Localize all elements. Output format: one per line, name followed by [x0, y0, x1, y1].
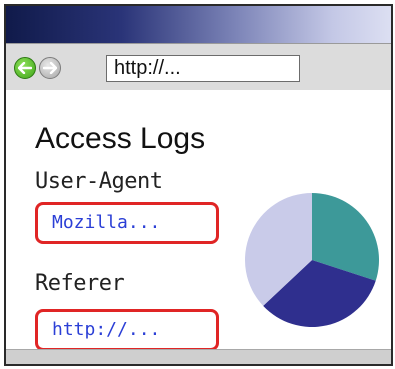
address-bar[interactable]: http://... [106, 55, 300, 82]
user-agent-field[interactable]: Mozilla... [35, 202, 219, 244]
browser-window: http://... Access Logs User-Agent Mozill… [4, 4, 393, 366]
referer-field[interactable]: http://... [35, 309, 219, 351]
user-agent-label: User-Agent [35, 169, 163, 194]
back-button[interactable] [14, 57, 36, 79]
forward-arrow-icon [43, 62, 57, 74]
pie-chart [245, 193, 379, 327]
page-title: Access Logs [35, 122, 206, 155]
status-bar [6, 349, 391, 364]
referer-label: Referer [35, 271, 125, 296]
forward-button[interactable] [39, 57, 61, 79]
title-bar [6, 6, 391, 43]
page-content: Access Logs User-Agent Mozilla... Refere… [6, 90, 391, 364]
back-arrow-icon [18, 62, 32, 74]
browser-toolbar: http://... [6, 43, 391, 91]
